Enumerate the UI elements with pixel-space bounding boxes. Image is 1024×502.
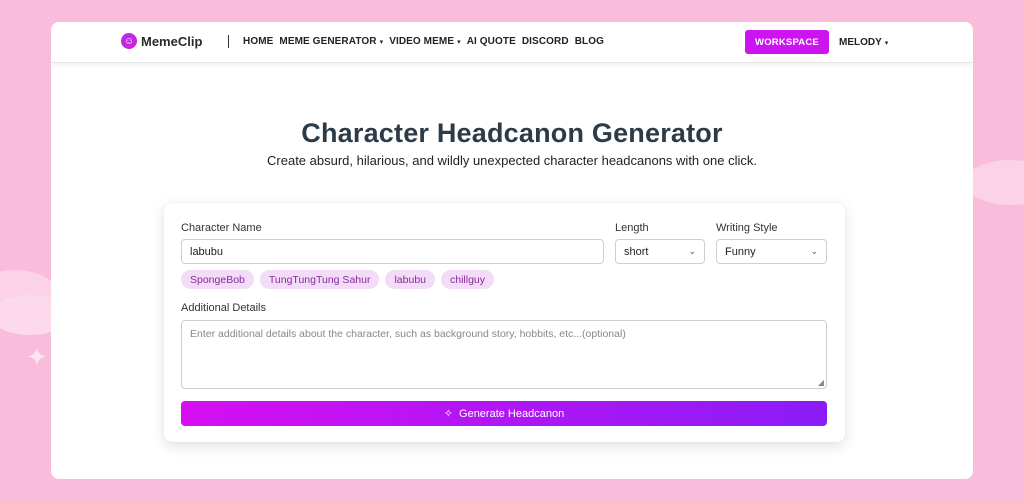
additional-details-label: Additional Details xyxy=(181,302,266,314)
nav-link-label: MEME GENERATOR xyxy=(279,36,377,47)
writing-style-select[interactable]: Funny ⌄ xyxy=(716,239,827,264)
writing-style-value: Funny xyxy=(725,245,756,258)
nav-link-label: VIDEO MEME xyxy=(389,36,455,47)
length-value: short xyxy=(624,245,649,258)
writing-style-label: Writing Style xyxy=(716,222,778,234)
length-select[interactable]: short ⌄ xyxy=(615,239,705,264)
suggestion-chip[interactable]: chillguy xyxy=(441,270,495,289)
suggestion-chip[interactable]: labubu xyxy=(385,270,435,289)
generate-headcanon-button[interactable]: ✧ Generate Headcanon xyxy=(181,401,827,426)
workspace-button[interactable]: WORKSPACE xyxy=(745,30,829,54)
character-name-input[interactable]: labubu xyxy=(181,239,604,264)
chevron-down-icon: ▾ xyxy=(379,38,384,46)
chevron-down-icon: ▾ xyxy=(884,39,889,47)
nav-links: HOME MEME GENERATOR ▾ VIDEO MEME ▾ AI QU… xyxy=(243,36,604,47)
nav-link-blog[interactable]: BLOG xyxy=(575,36,604,47)
nav-link-label: AI QUOTE xyxy=(466,36,516,47)
chevron-down-icon: ▾ xyxy=(457,38,461,46)
nav-link-video-meme[interactable]: VIDEO MEME ▾ xyxy=(389,36,461,47)
character-name-label: Character Name xyxy=(181,222,262,234)
suggestion-chip[interactable]: TungTungTung Sahur xyxy=(259,270,380,289)
nav-link-label: DISCORD xyxy=(521,36,569,47)
nav-divider xyxy=(228,35,229,48)
generator-form: Character Name labubu Length short ⌄ Wri… xyxy=(164,203,845,442)
textarea-placeholder: Enter additional details about the chara… xyxy=(190,328,626,340)
sparkle-decoration-icon: ✦ xyxy=(26,342,48,372)
page-card: ☺ MemeClip HOME MEME GENERATOR ▾ VIDEO M… xyxy=(51,22,973,479)
brand-name: MemeClip xyxy=(141,33,203,49)
generate-button-label: Generate Headcanon xyxy=(459,407,565,420)
resize-handle-icon[interactable]: ◢ xyxy=(818,378,824,387)
nav-link-discord[interactable]: DISCORD xyxy=(522,36,569,47)
brand[interactable]: ☺ MemeClip xyxy=(121,33,202,49)
character-suggestions: SpongeBob TungTungTung Sahur labubu chil… xyxy=(181,270,495,289)
additional-details-textarea[interactable]: Enter additional details about the chara… xyxy=(181,320,827,389)
smiley-icon: ☺ xyxy=(121,33,137,49)
user-menu[interactable]: MELODY ▾ xyxy=(839,37,888,48)
user-name: MELODY xyxy=(839,37,882,48)
page-title: Character Headcanon Generator xyxy=(301,118,723,148)
suggestion-chip[interactable]: SpongeBob xyxy=(181,270,254,289)
top-navbar: ☺ MemeClip HOME MEME GENERATOR ▾ VIDEO M… xyxy=(51,22,973,63)
background-cloud xyxy=(965,160,1024,205)
nav-link-label: BLOG xyxy=(574,36,604,47)
nav-link-home[interactable]: HOME xyxy=(243,36,273,47)
nav-link-meme-generator[interactable]: MEME GENERATOR ▾ xyxy=(279,36,383,47)
length-label: Length xyxy=(615,222,649,234)
nav-link-label: HOME xyxy=(243,36,274,47)
page-subtitle: Create absurd, hilarious, and wildly une… xyxy=(267,153,757,168)
chevron-down-icon: ⌄ xyxy=(688,246,696,256)
sparkle-icon: ✧ xyxy=(443,408,454,420)
nav-link-ai-quote[interactable]: AI QUOTE xyxy=(467,36,516,47)
chevron-down-icon: ⌄ xyxy=(810,246,818,256)
